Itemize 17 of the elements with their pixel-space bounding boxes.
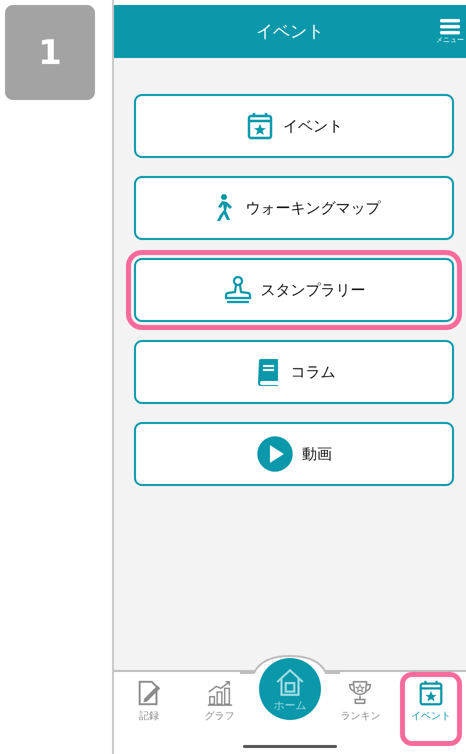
play-icon xyxy=(256,435,294,473)
calendar-star-icon xyxy=(245,111,275,141)
screen-title: イベント xyxy=(256,21,324,43)
nav-tab[interactable]: 記録 xyxy=(118,672,180,746)
home-tab[interactable]: ホーム xyxy=(258,658,321,720)
step-badge: 1 xyxy=(5,5,95,100)
menu-item-button[interactable]: コラム xyxy=(134,340,454,404)
nav-tab[interactable]: グラフ xyxy=(188,672,251,746)
stamp-icon xyxy=(222,275,252,305)
nav-tab[interactable]: イベント xyxy=(400,672,462,746)
menu-item-button[interactable]: 動画 xyxy=(134,422,454,486)
bar-chart-icon xyxy=(206,679,234,707)
nav-tab[interactable]: ランキン xyxy=(329,672,392,746)
menu-item-button[interactable]: ウォーキングマップ xyxy=(134,176,454,240)
menu-icon xyxy=(440,19,460,35)
calendar-star-icon xyxy=(416,679,445,707)
menu-item-button[interactable]: イベント xyxy=(134,94,454,158)
